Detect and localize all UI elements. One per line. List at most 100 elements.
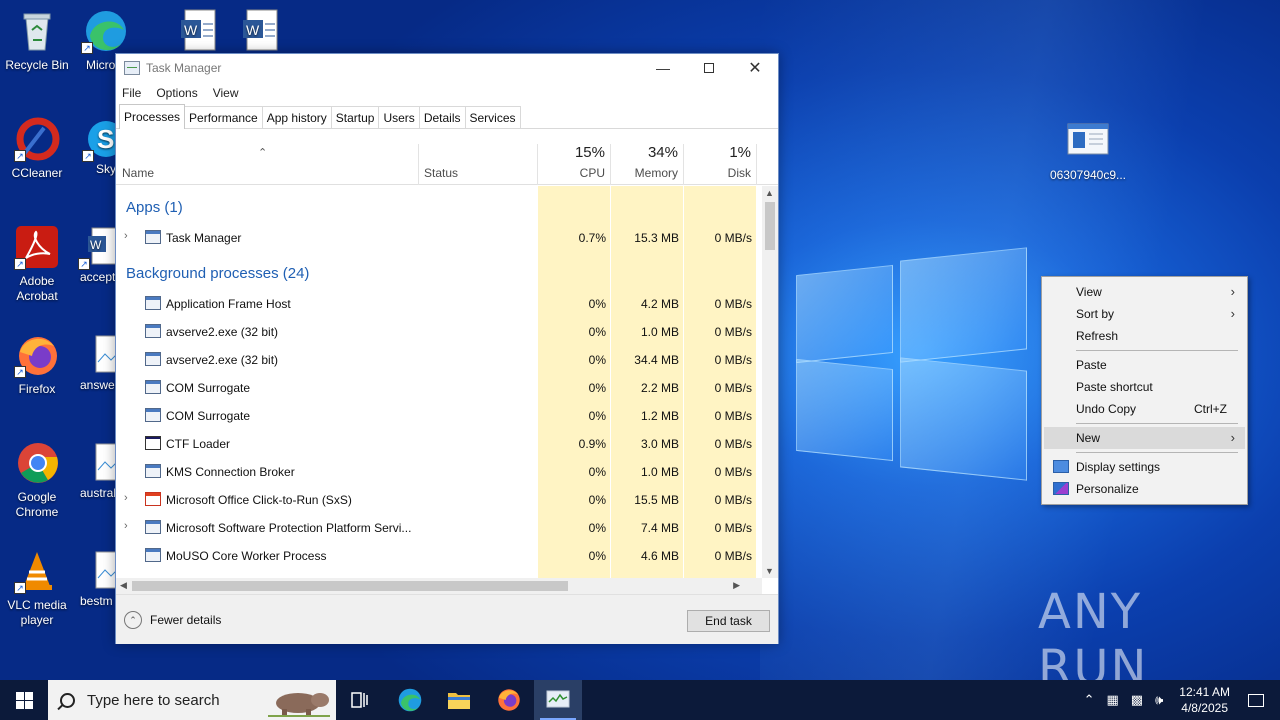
table-row[interactable]: › Microsoft Software Protection Platform… — [116, 514, 758, 542]
menu-item-display-settings[interactable]: Display settings — [1044, 456, 1245, 478]
desktop-icon-image-file[interactable]: bestm — [78, 548, 116, 609]
network-icon[interactable]: ▦ — [1107, 692, 1119, 708]
desktop-icon-skype[interactable]: S ↗ Skype — [82, 116, 116, 177]
menu-item-undo-copy[interactable]: Undo Copy Ctrl+Z — [1044, 398, 1245, 420]
tab-performance[interactable]: Performance — [184, 106, 263, 128]
end-task-button[interactable]: End task — [687, 610, 770, 632]
menu-item-sort-by[interactable]: Sort by › — [1044, 303, 1245, 325]
menu-file[interactable]: File — [122, 86, 141, 100]
desktop-icon-ccleaner[interactable]: ↗ CCleaner — [0, 116, 75, 181]
column-status[interactable]: Status — [424, 166, 458, 180]
desktop-icon-label: 06307940c9... — [1049, 168, 1127, 182]
windows-logo-pane — [796, 264, 893, 364]
table-row[interactable]: › Microsoft Office Click-to-Run (SxS) 0%… — [116, 486, 758, 514]
column-memory[interactable]: Memory — [635, 166, 678, 180]
tab-details[interactable]: Details — [418, 106, 466, 128]
menu-item-paste[interactable]: Paste — [1044, 354, 1245, 376]
scroll-thumb[interactable] — [132, 581, 568, 591]
desktop-icon-word-doc[interactable]: W ↗ accept — [78, 224, 116, 285]
task-view-button[interactable] — [336, 680, 384, 720]
shortcut-arrow-icon: ↗ — [81, 42, 93, 54]
desktop-icon-label: Firefox — [18, 382, 56, 396]
desktop-icon-vlc[interactable]: ↗ VLC media player — [0, 548, 75, 628]
table-row[interactable]: KMS Connection Broker 0% 1.0 MB 0 MB/s — [116, 458, 758, 486]
horizontal-scrollbar[interactable]: ◀ ▶ — [116, 578, 762, 594]
memory-value: 1.2 MB — [640, 409, 679, 423]
chevron-right-icon[interactable]: › — [124, 492, 128, 504]
table-row[interactable]: Application Frame Host 0% 4.2 MB 0 MB/s — [116, 290, 758, 318]
shortcut-arrow-icon: ↗ — [14, 258, 26, 270]
taskbar-search-box[interactable]: Type here to search — [48, 680, 336, 720]
desktop-icon-chrome[interactable]: Google Chrome — [0, 440, 75, 520]
scroll-left-icon[interactable]: ◀ — [120, 580, 127, 591]
tab-services[interactable]: Services — [464, 106, 521, 128]
desktop-icon-acrobat[interactable]: ↗ Adobe Acrobat — [0, 224, 75, 304]
volume-icon[interactable]: 🕪 — [1155, 692, 1163, 708]
desktop-icon-image-file[interactable]: austral — [78, 440, 116, 501]
clock[interactable]: 12:41 AM 4/8/2025 — [1179, 684, 1230, 716]
table-row[interactable]: COM Surrogate 0% 2.2 MB 0 MB/s — [116, 374, 758, 402]
process-name: COM Surrogate — [166, 381, 251, 395]
display-icon — [1053, 460, 1069, 473]
column-divider[interactable] — [610, 144, 611, 185]
menu-item-new[interactable]: New › — [1044, 427, 1245, 449]
desktop-icon-recycle-bin[interactable]: Recycle Bin — [0, 8, 75, 73]
desktop-icon-word-doc[interactable]: W — [222, 8, 298, 58]
maximize-button[interactable] — [686, 54, 732, 82]
vertical-scrollbar[interactable]: ▲ ▼ — [762, 186, 778, 578]
menu-view[interactable]: View — [213, 86, 239, 100]
taskbar-firefox[interactable] — [485, 680, 533, 720]
close-button[interactable]: ✕ — [732, 54, 778, 82]
taskbar-task-manager[interactable] — [534, 680, 582, 720]
fewer-details-button[interactable]: ⌃ Fewer details — [124, 611, 221, 629]
taskbar-edge[interactable] — [386, 680, 434, 720]
desktop-icon-image-file[interactable]: answer — [78, 332, 116, 393]
column-disk[interactable]: Disk — [728, 166, 751, 180]
chevron-right-icon[interactable]: › — [124, 520, 128, 532]
start-button[interactable] — [0, 680, 48, 720]
minimize-button[interactable]: — — [640, 54, 686, 82]
notification-icon[interactable] — [1248, 693, 1264, 707]
window-title: Task Manager — [146, 61, 222, 75]
menu-item-view[interactable]: View › — [1044, 281, 1245, 303]
tab-users[interactable]: Users — [378, 106, 420, 128]
table-row[interactable]: avserve2.exe (32 bit) 0% 34.4 MB 0 MB/s — [116, 346, 758, 374]
cpu-total-percent: 15% — [574, 144, 605, 161]
table-row[interactable]: MoUSO Core Worker Process 0% 4.6 MB 0 MB… — [116, 542, 758, 570]
menu-item-paste-shortcut[interactable]: Paste shortcut — [1044, 376, 1245, 398]
title-bar[interactable]: Task Manager — ✕ — [116, 54, 778, 82]
scroll-down-icon[interactable]: ▼ — [765, 566, 774, 576]
scroll-right-icon[interactable]: ▶ — [733, 580, 740, 591]
table-row[interactable]: CTF Loader 0.9% 3.0 MB 0 MB/s — [116, 430, 758, 458]
table-row[interactable]: › Task Manager 0.7% 15.3 MB 0 MB/s — [116, 224, 758, 252]
menu-item-personalize[interactable]: Personalize — [1044, 478, 1245, 500]
tab-app-history[interactable]: App history — [261, 106, 332, 128]
chevron-up-icon[interactable]: ⌃ — [1084, 692, 1095, 708]
menu-item-label: Paste shortcut — [1076, 380, 1153, 394]
chevron-right-icon[interactable]: › — [124, 230, 128, 242]
disk-total-percent: 1% — [729, 144, 751, 161]
ethernet-icon[interactable]: ▩ — [1131, 692, 1143, 708]
column-cpu[interactable]: CPU — [580, 166, 605, 180]
menu-item-refresh[interactable]: Refresh — [1044, 325, 1245, 347]
table-row[interactable]: COM Surrogate 0% 1.2 MB 0 MB/s — [116, 402, 758, 430]
column-name[interactable]: Name — [122, 166, 154, 180]
group-header: Background processes (24) — [116, 260, 758, 288]
column-divider[interactable] — [537, 144, 538, 185]
table-row[interactable]: avserve2.exe (32 bit) 0% 1.0 MB 0 MB/s — [116, 318, 758, 346]
desktop-icon-file[interactable]: 06307940c9... — [1048, 118, 1128, 183]
scroll-thumb[interactable] — [765, 202, 775, 250]
column-divider[interactable] — [756, 144, 757, 185]
desktop-icon-label: bestm — [80, 594, 113, 608]
menu-options[interactable]: Options — [156, 86, 197, 100]
tab-startup[interactable]: Startup — [330, 106, 380, 128]
taskbar-file-explorer[interactable] — [435, 680, 483, 720]
desktop-icon-firefox[interactable]: ↗ Firefox — [0, 332, 75, 397]
scroll-up-icon[interactable]: ▲ — [765, 188, 774, 198]
firefox-icon: ↗ — [14, 332, 60, 378]
tab-processes[interactable]: Processes — [119, 104, 186, 129]
windows-icon — [15, 691, 33, 709]
column-divider[interactable] — [683, 144, 684, 185]
acrobat-icon: ↗ — [14, 224, 60, 270]
column-divider[interactable] — [418, 144, 419, 185]
